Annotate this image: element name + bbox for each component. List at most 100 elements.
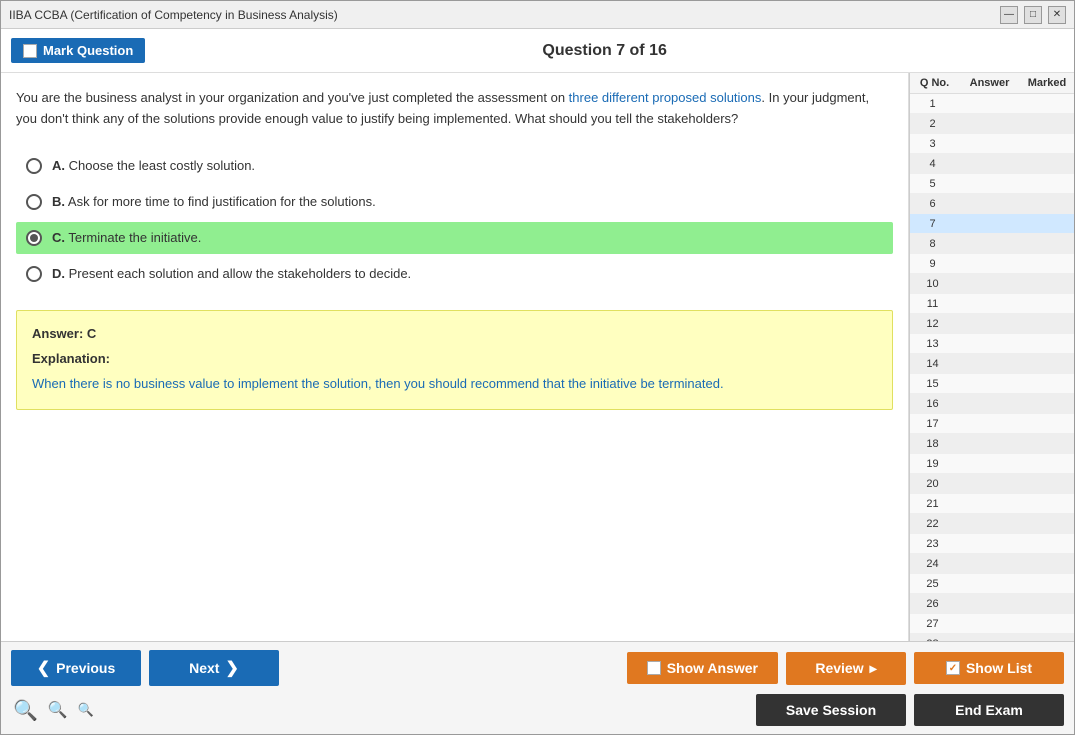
list-cell-qno: 24	[910, 558, 955, 570]
list-row[interactable]: 25	[910, 574, 1074, 594]
option-a-radio[interactable]	[26, 158, 42, 174]
answer-label: Answer: C	[32, 326, 877, 341]
option-c-text: C. Terminate the initiative.	[52, 230, 201, 245]
right-panel: Q No. Answer Marked 1 2 3 4 5 6 7 8	[909, 73, 1074, 641]
option-b-text: B. Ask for more time to find justificati…	[52, 194, 376, 209]
option-b-radio[interactable]	[26, 194, 42, 210]
main-window: IIBA CCBA (Certification of Competency i…	[0, 0, 1075, 735]
list-cell-qno: 4	[910, 158, 955, 170]
list-header-answer: Answer	[957, 77, 1022, 89]
explanation-text: When there is no business value to imple…	[32, 374, 877, 395]
end-exam-button[interactable]: End Exam	[914, 694, 1064, 726]
next-label: Next	[189, 660, 219, 676]
list-cell-qno: 19	[910, 458, 955, 470]
list-header: Q No. Answer Marked	[910, 73, 1074, 94]
list-cell-qno: 9	[910, 258, 955, 270]
list-cell-qno: 6	[910, 198, 955, 210]
next-button[interactable]: Next ❯	[149, 650, 279, 686]
review-arrow-icon: ▸	[870, 660, 877, 677]
list-row[interactable]: 23	[910, 534, 1074, 554]
list-row[interactable]: 5	[910, 174, 1074, 194]
save-session-button[interactable]: Save Session	[756, 694, 906, 726]
list-cell-qno: 18	[910, 438, 955, 450]
review-button[interactable]: Review ▸	[786, 652, 906, 685]
option-a[interactable]: A. Choose the least costly solution.	[16, 150, 893, 182]
list-row[interactable]: 6	[910, 194, 1074, 214]
option-c[interactable]: C. Terminate the initiative.	[16, 222, 893, 254]
show-answer-icon	[647, 661, 661, 675]
question-title: Question 7 of 16	[145, 42, 1064, 60]
list-row[interactable]: 14	[910, 354, 1074, 374]
list-row[interactable]: 22	[910, 514, 1074, 534]
list-cell-qno: 1	[910, 98, 955, 110]
zoom-in-button[interactable]: 🔍	[76, 700, 96, 720]
list-row[interactable]: 26	[910, 594, 1074, 614]
list-header-marked: Marked	[1022, 77, 1072, 89]
previous-label: Previous	[56, 660, 115, 676]
list-row[interactable]: 15	[910, 374, 1074, 394]
explanation-label: Explanation:	[32, 351, 877, 366]
next-arrow-icon: ❯	[225, 658, 238, 678]
list-row[interactable]: 4	[910, 154, 1074, 174]
list-row[interactable]: 7	[910, 214, 1074, 234]
list-row[interactable]: 21	[910, 494, 1074, 514]
left-panel: You are the business analyst in your org…	[1, 73, 909, 641]
list-row[interactable]: 16	[910, 394, 1074, 414]
bottom-bar: ❮ Previous Next ❯ Show Answer Review ▸ ✓…	[1, 641, 1074, 734]
list-row[interactable]: 18	[910, 434, 1074, 454]
previous-button[interactable]: ❮ Previous	[11, 650, 141, 686]
mark-question-button[interactable]: Mark Question	[11, 38, 145, 63]
list-row[interactable]: 1	[910, 94, 1074, 114]
show-list-button[interactable]: ✓ Show List	[914, 652, 1064, 684]
review-label: Review	[815, 660, 863, 676]
list-row[interactable]: 8	[910, 234, 1074, 254]
list-row[interactable]: 12	[910, 314, 1074, 334]
list-row[interactable]: 19	[910, 454, 1074, 474]
list-row[interactable]: 2	[910, 114, 1074, 134]
list-row[interactable]: 20	[910, 474, 1074, 494]
mark-checkbox-icon	[23, 44, 37, 58]
list-cell-qno: 14	[910, 358, 955, 370]
bottom-row2: 🔍 🔍 🔍 Save Session End Exam	[11, 694, 1064, 726]
list-cell-qno: 17	[910, 418, 955, 430]
option-a-text: A. Choose the least costly solution.	[52, 158, 255, 173]
show-answer-label: Show Answer	[667, 660, 758, 676]
list-cell-qno: 11	[910, 298, 955, 310]
save-session-label: Save Session	[786, 702, 876, 718]
close-button[interactable]: ✕	[1048, 6, 1066, 24]
list-cell-qno: 8	[910, 238, 955, 250]
list-row[interactable]: 11	[910, 294, 1074, 314]
show-list-label: Show List	[966, 660, 1032, 676]
show-list-check-icon: ✓	[946, 661, 960, 675]
list-cell-qno: 22	[910, 518, 955, 530]
list-row[interactable]: 28	[910, 634, 1074, 641]
window-controls: — □ ✕	[1000, 6, 1066, 24]
list-row[interactable]: 17	[910, 414, 1074, 434]
list-row[interactable]: 27	[910, 614, 1074, 634]
minimize-button[interactable]: —	[1000, 6, 1018, 24]
list-row[interactable]: 24	[910, 554, 1074, 574]
zoom-out-button[interactable]: 🔍	[46, 698, 70, 722]
maximize-button[interactable]: □	[1024, 6, 1042, 24]
list-cell-qno: 7	[910, 218, 955, 230]
zoom-out-large-button[interactable]: 🔍	[11, 696, 40, 725]
title-bar: IIBA CCBA (Certification of Competency i…	[1, 1, 1074, 29]
option-d-radio[interactable]	[26, 266, 42, 282]
list-cell-qno: 20	[910, 478, 955, 490]
zoom-controls: 🔍 🔍 🔍	[11, 696, 96, 725]
end-exam-label: End Exam	[955, 702, 1023, 718]
list-row[interactable]: 13	[910, 334, 1074, 354]
list-body: 1 2 3 4 5 6 7 8 9 10 11	[910, 94, 1074, 641]
list-cell-qno: 26	[910, 598, 955, 610]
list-cell-qno: 25	[910, 578, 955, 590]
question-text: You are the business analyst in your org…	[16, 88, 893, 130]
option-c-radio[interactable]	[26, 230, 42, 246]
show-answer-button[interactable]: Show Answer	[627, 652, 778, 684]
list-cell-qno: 2	[910, 118, 955, 130]
option-d[interactable]: D. Present each solution and allow the s…	[16, 258, 893, 290]
option-b[interactable]: B. Ask for more time to find justificati…	[16, 186, 893, 218]
list-row[interactable]: 3	[910, 134, 1074, 154]
list-header-qno: Q No.	[912, 77, 957, 89]
list-row[interactable]: 9	[910, 254, 1074, 274]
list-row[interactable]: 10	[910, 274, 1074, 294]
